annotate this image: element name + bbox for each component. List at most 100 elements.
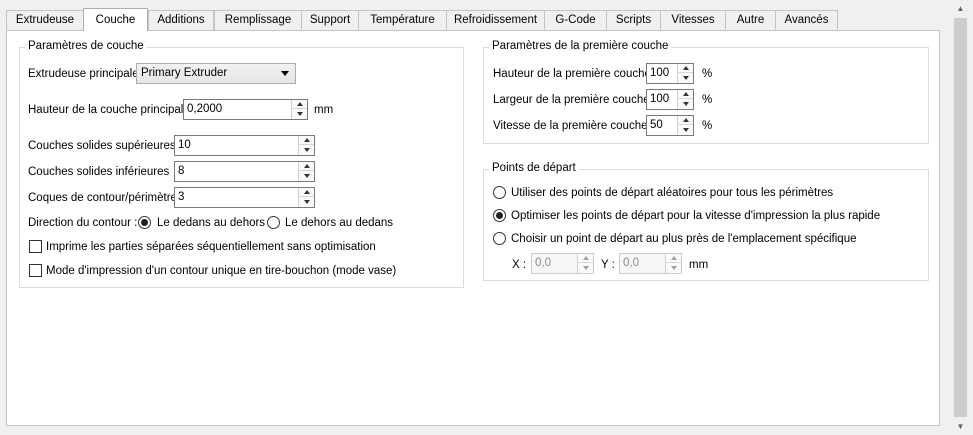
arrow-down-icon bbox=[683, 102, 689, 106]
spin-down-button[interactable] bbox=[677, 125, 693, 135]
spin-up-button[interactable] bbox=[298, 162, 314, 171]
tab-couche[interactable]: Couche bbox=[83, 8, 148, 31]
radio-inside-out[interactable] bbox=[138, 216, 151, 229]
tab-support[interactable]: Support bbox=[301, 10, 359, 30]
tab-autre[interactable]: Autre bbox=[725, 10, 776, 30]
arrow-down-icon bbox=[671, 266, 677, 270]
spin-down-button[interactable] bbox=[298, 171, 314, 181]
arrow-down-icon bbox=[304, 174, 310, 178]
arrow-up-icon bbox=[304, 190, 310, 194]
spin-down-button[interactable] bbox=[298, 145, 314, 155]
bottom-layers-label: Couches solides inférieures bbox=[28, 166, 170, 178]
spin-up-button[interactable] bbox=[677, 90, 693, 99]
first-layer-title: Paramètres de la première couche bbox=[489, 40, 672, 52]
coordinate-unit: mm bbox=[689, 259, 709, 271]
spin-up-button[interactable] bbox=[298, 136, 314, 145]
radio-random-start[interactable] bbox=[493, 186, 506, 199]
scrollbar-thumb[interactable] bbox=[954, 18, 967, 417]
layer-height-label: Hauteur de la couche principale bbox=[28, 104, 190, 116]
top-layers-value: 10 bbox=[178, 139, 191, 151]
arrow-up-icon bbox=[683, 92, 689, 96]
tab-extrudeuse[interactable]: Extrudeuse bbox=[6, 10, 84, 30]
spin-up-button[interactable] bbox=[298, 188, 314, 197]
tab-gcode[interactable]: G-Code bbox=[544, 10, 607, 30]
first-layer-speed-value: 50 bbox=[650, 119, 663, 131]
first-layer-width-label: Largeur de la première couche bbox=[493, 94, 650, 106]
sequential-print-label[interactable]: Imprime les parties séparées séquentiell… bbox=[46, 241, 376, 253]
x-coordinate-spinbox[interactable]: 0,0 bbox=[531, 253, 594, 274]
spin-down-button[interactable] bbox=[577, 263, 593, 273]
first-layer-speed-label: Vitesse de la première couche bbox=[493, 120, 648, 132]
arrow-up-icon bbox=[671, 256, 677, 260]
first-layer-speed-unit: % bbox=[702, 120, 713, 132]
chevron-down-icon bbox=[281, 71, 289, 76]
radio-optimize-start[interactable] bbox=[493, 209, 506, 222]
spin-down-button[interactable] bbox=[665, 263, 681, 273]
radio-random-start-label[interactable]: Utiliser des points de départ aléatoires… bbox=[511, 187, 833, 199]
arrow-up-icon bbox=[683, 118, 689, 122]
arrow-up-icon bbox=[583, 256, 589, 260]
arrow-down-icon bbox=[304, 148, 310, 152]
first-layer-height-label: Hauteur de la première couche bbox=[493, 68, 651, 80]
spin-down-button[interactable] bbox=[677, 73, 693, 83]
y-coordinate-label: Y : bbox=[601, 259, 615, 271]
first-layer-width-spinbox[interactable]: 100 bbox=[646, 89, 694, 110]
tab-vitesses[interactable]: Vitesses bbox=[660, 10, 726, 30]
arrow-down-icon bbox=[297, 112, 303, 116]
layer-height-spinbox[interactable]: 0,2000 bbox=[183, 99, 308, 120]
radio-outside-in[interactable] bbox=[267, 216, 280, 229]
start-points-title: Points de départ bbox=[489, 162, 579, 174]
arrow-down-icon bbox=[304, 200, 310, 204]
spin-down-button[interactable] bbox=[298, 197, 314, 207]
tab-remplissage[interactable]: Remplissage bbox=[214, 10, 302, 30]
spin-up-button[interactable] bbox=[677, 116, 693, 125]
spin-down-button[interactable] bbox=[291, 109, 307, 119]
first-layer-height-unit: % bbox=[702, 68, 713, 80]
tab-additions[interactable]: Additions bbox=[148, 10, 214, 30]
y-coordinate-value: 0,0 bbox=[623, 257, 639, 269]
first-layer-speed-spinbox[interactable]: 50 bbox=[646, 115, 694, 136]
spin-up-button[interactable] bbox=[577, 254, 593, 263]
arrow-down-icon bbox=[583, 266, 589, 270]
arrow-down-icon bbox=[683, 76, 689, 80]
layer-height-value: 0,2000 bbox=[187, 103, 223, 115]
x-coordinate-label: X : bbox=[512, 259, 527, 271]
radio-closest-start-label[interactable]: Choisir un point de départ au plus près … bbox=[511, 233, 856, 245]
perimeter-shells-value: 3 bbox=[178, 191, 185, 203]
layer-height-unit: mm bbox=[314, 104, 334, 116]
perimeter-shells-spinbox[interactable]: 3 bbox=[174, 187, 315, 208]
vase-mode-label[interactable]: Mode d'impression d'un contour unique en… bbox=[46, 265, 396, 277]
first-layer-width-value: 100 bbox=[650, 93, 670, 105]
scroll-down-arrow-icon[interactable]: ▼ bbox=[952, 418, 969, 435]
sequential-print-checkbox[interactable] bbox=[29, 240, 42, 253]
spin-up-button[interactable] bbox=[665, 254, 681, 263]
spin-up-button[interactable] bbox=[677, 64, 693, 73]
y-coordinate-spinbox[interactable]: 0,0 bbox=[619, 253, 682, 274]
first-layer-height-spinbox[interactable]: 100 bbox=[646, 63, 694, 84]
bottom-layers-spinbox[interactable]: 8 bbox=[174, 161, 315, 182]
radio-outside-in-label[interactable]: Le dehors au dedans bbox=[285, 217, 393, 229]
vertical-scrollbar[interactable]: ▲ ▼ bbox=[952, 0, 969, 435]
main-extruder-label: Extrudeuse principale bbox=[28, 68, 139, 80]
tab-scripts[interactable]: Scripts bbox=[606, 10, 661, 30]
tab-avances[interactable]: Avancés bbox=[775, 10, 838, 30]
tab-temperature[interactable]: Température bbox=[358, 10, 447, 30]
vase-mode-checkbox[interactable] bbox=[29, 264, 42, 277]
bottom-layers-value: 8 bbox=[178, 165, 185, 177]
top-layers-label: Couches solides supérieures bbox=[28, 140, 176, 152]
radio-inside-out-label[interactable]: Le dedans au dehors bbox=[157, 217, 265, 229]
first-layer-width-unit: % bbox=[702, 94, 713, 106]
arrow-up-icon bbox=[683, 66, 689, 70]
top-layers-spinbox[interactable]: 10 bbox=[174, 135, 315, 156]
arrow-up-icon bbox=[304, 138, 310, 142]
spin-up-button[interactable] bbox=[291, 100, 307, 109]
scroll-up-arrow-icon[interactable]: ▲ bbox=[952, 0, 969, 17]
arrow-down-icon bbox=[683, 128, 689, 132]
radio-closest-start[interactable] bbox=[493, 232, 506, 245]
outline-direction-label: Direction du contour : bbox=[28, 217, 138, 229]
first-layer-height-value: 100 bbox=[650, 67, 670, 79]
main-extruder-select[interactable]: Primary Extruder bbox=[136, 63, 296, 84]
spin-down-button[interactable] bbox=[677, 99, 693, 109]
tab-refroidissement[interactable]: Refroidissement bbox=[446, 10, 545, 30]
radio-optimize-start-label[interactable]: Optimiser les points de départ pour la v… bbox=[511, 210, 880, 222]
